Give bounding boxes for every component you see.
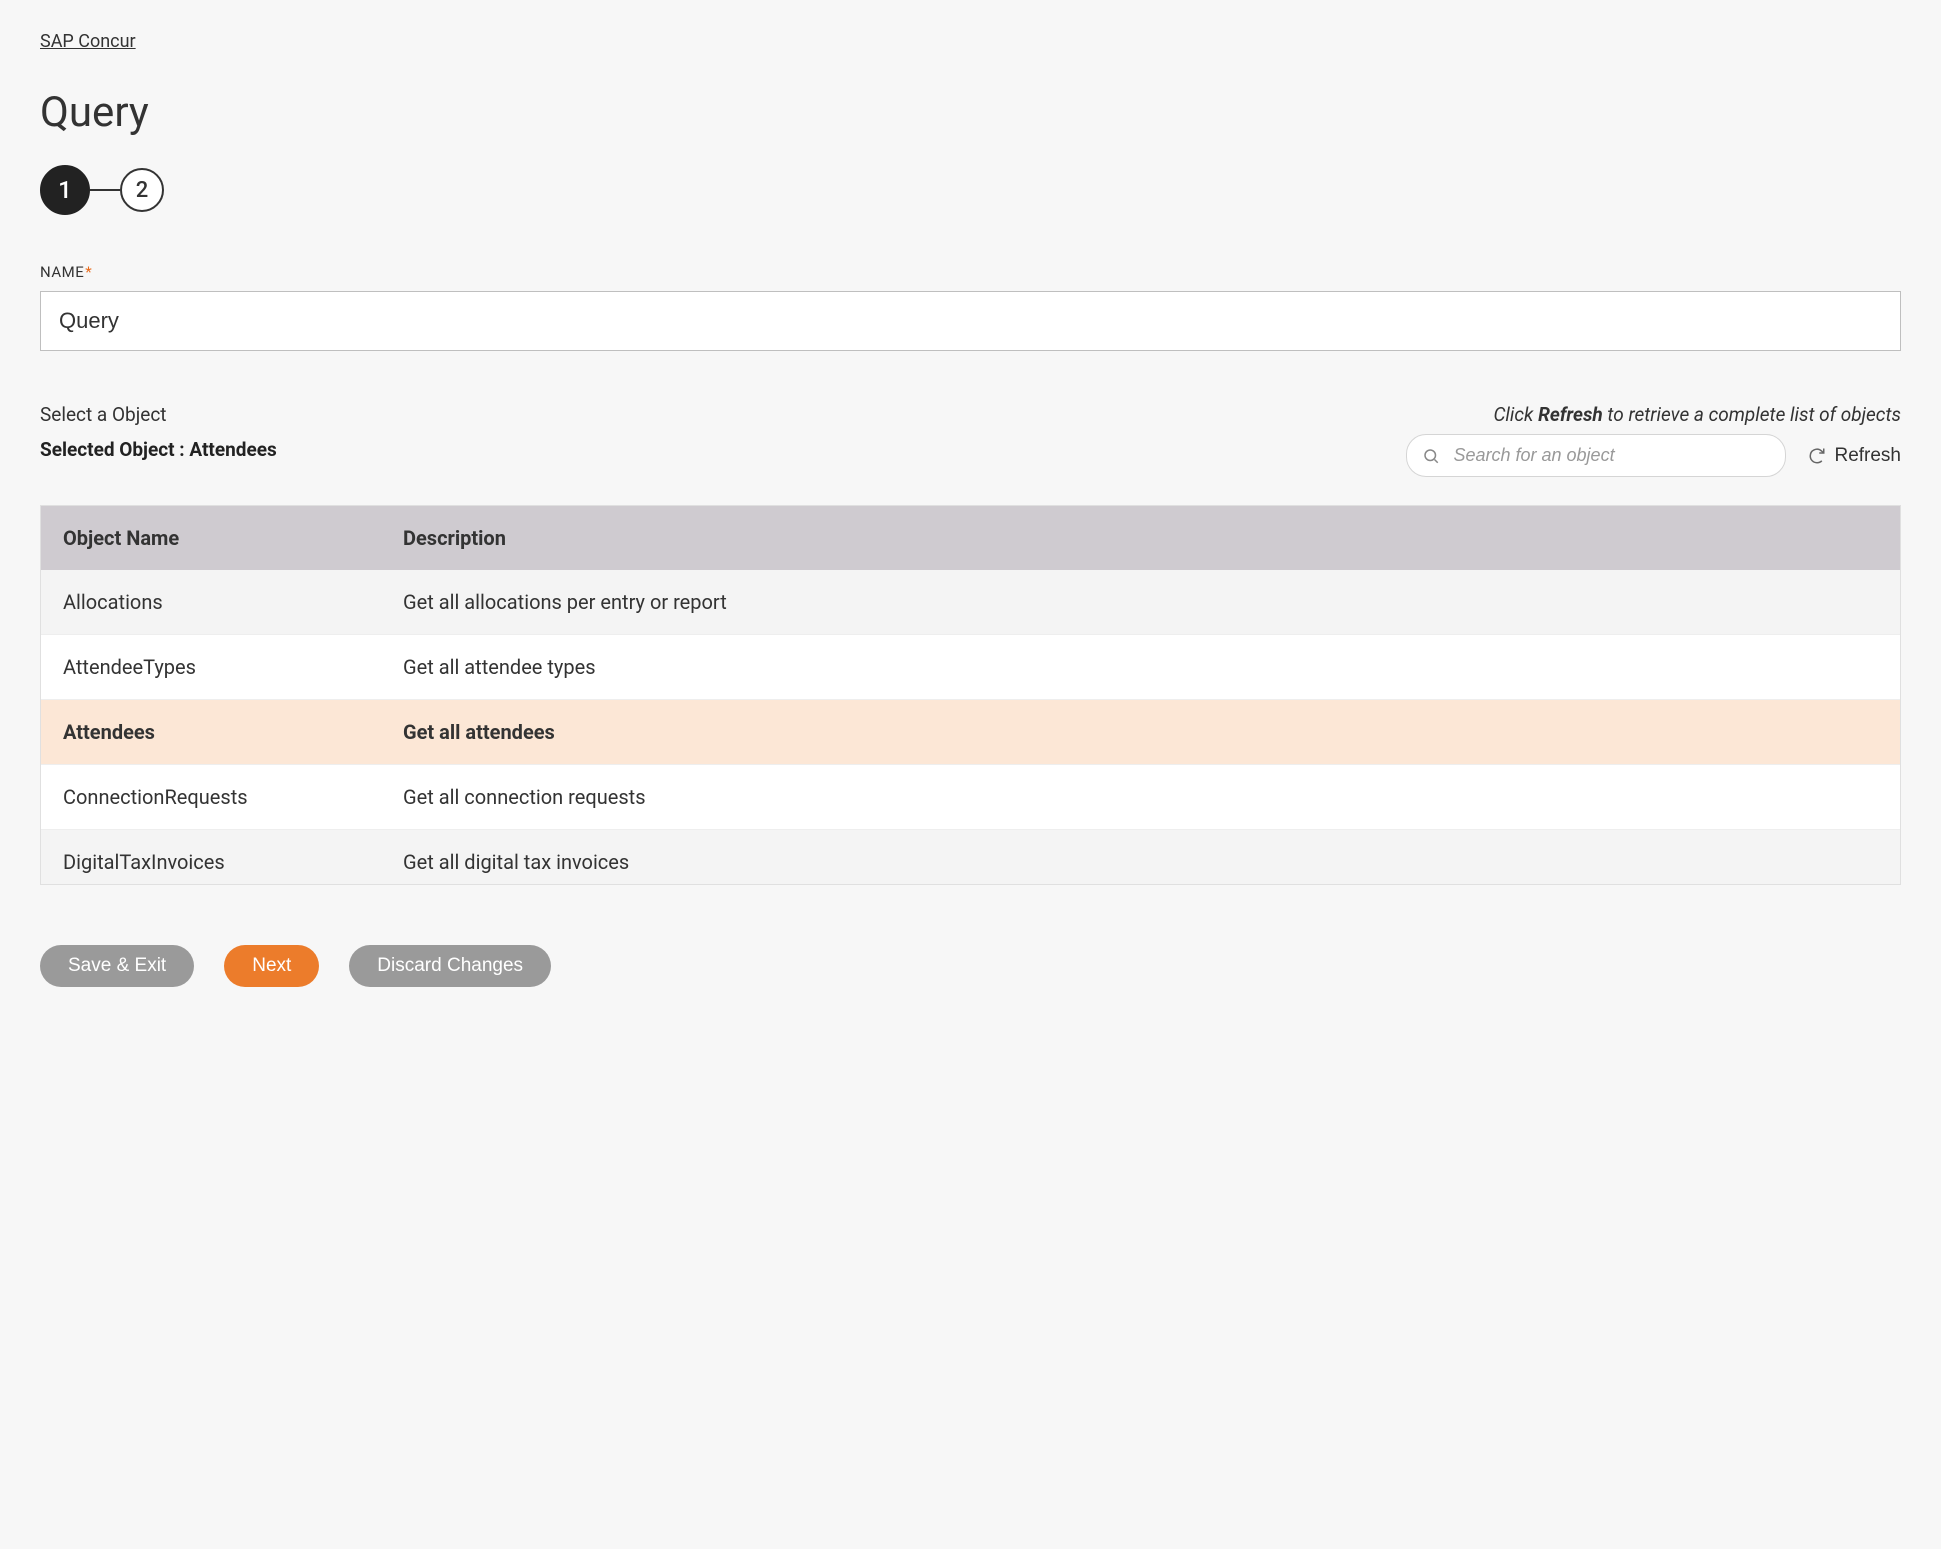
cell-description: Get all digital tax invoices <box>381 830 1900 885</box>
selected-object-name: Attendees <box>189 438 276 461</box>
cell-object-name: Attendees <box>41 700 381 765</box>
table-row[interactable]: AttendeesGet all attendees <box>41 700 1900 765</box>
selected-object-label: Selected Object : Attendees <box>40 438 277 461</box>
col-header-name: Object Name <box>41 506 381 570</box>
cell-object-name: DigitalTaxInvoices <box>41 830 381 885</box>
next-button[interactable]: Next <box>224 945 319 987</box>
name-field-label: NAME* <box>40 263 1901 281</box>
refresh-hint: Click Refresh to retrieve a complete lis… <box>1406 403 1901 426</box>
discard-button[interactable]: Discard Changes <box>349 945 551 987</box>
cell-object-name: Allocations <box>41 570 381 635</box>
col-header-description: Description <box>381 506 1900 570</box>
cell-description: Get all attendees <box>381 700 1900 765</box>
required-asterisk: * <box>85 263 92 281</box>
object-table: Object Name Description AllocationsGet a… <box>40 505 1901 885</box>
refresh-button-label: Refresh <box>1834 445 1901 467</box>
name-label-text: NAME <box>40 263 84 281</box>
cell-description: Get all attendee types <box>381 635 1900 700</box>
refresh-button[interactable]: Refresh <box>1808 445 1901 467</box>
cell-object-name: AttendeeTypes <box>41 635 381 700</box>
breadcrumb-link[interactable]: SAP Concur <box>40 31 136 52</box>
page-title: Query <box>40 88 1901 137</box>
name-input[interactable] <box>40 291 1901 351</box>
selected-object-prefix: Selected Object : <box>40 438 189 461</box>
select-object-label: Select a Object <box>40 403 277 426</box>
step-1[interactable]: 1 <box>40 165 90 215</box>
step-2[interactable]: 2 <box>120 168 164 212</box>
table-row[interactable]: ConnectionRequestsGet all connection req… <box>41 765 1900 830</box>
cell-description: Get all connection requests <box>381 765 1900 830</box>
refresh-icon <box>1808 447 1826 465</box>
search-icon <box>1422 447 1440 465</box>
table-row[interactable]: AllocationsGet all allocations per entry… <box>41 570 1900 635</box>
step-indicator: 12 <box>40 165 1901 215</box>
refresh-hint-suffix: to retrieve a complete list of objects <box>1603 403 1901 426</box>
cell-description: Get all allocations per entry or report <box>381 570 1900 635</box>
table-row[interactable]: AttendeeTypesGet all attendee types <box>41 635 1900 700</box>
step-connector <box>90 189 120 191</box>
cell-object-name: ConnectionRequests <box>41 765 381 830</box>
save-exit-button[interactable]: Save & Exit <box>40 945 194 987</box>
search-input[interactable] <box>1406 434 1786 477</box>
table-row[interactable]: DigitalTaxInvoicesGet all digital tax in… <box>41 830 1900 885</box>
refresh-hint-prefix: Click <box>1493 403 1538 426</box>
refresh-hint-bold: Refresh <box>1538 403 1603 426</box>
